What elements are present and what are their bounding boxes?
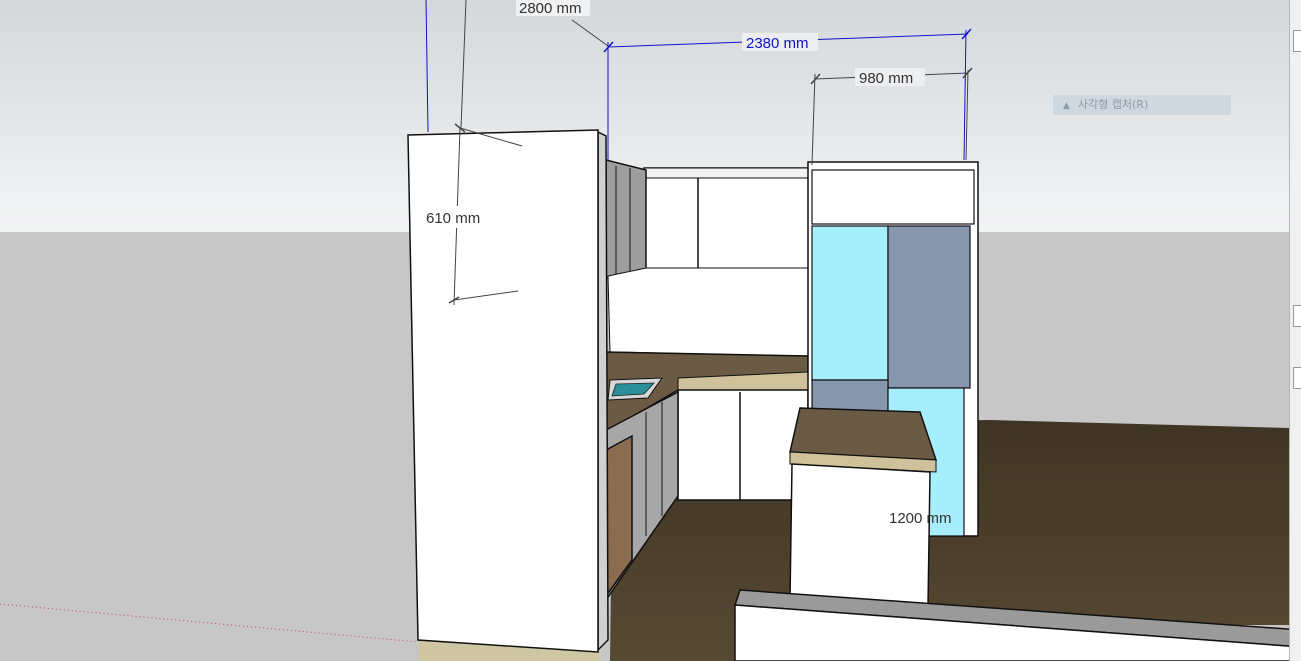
panel-tab-middle[interactable]: [1293, 305, 1301, 327]
tooltip-label: 사각형 캡처(R): [1077, 98, 1149, 111]
fridge-door-top-left[interactable]: [811, 225, 889, 381]
panel-tab-top[interactable]: [1293, 30, 1301, 52]
upper-cabinet-trim: [643, 167, 811, 179]
tall-unit-side: [597, 130, 609, 652]
upper-cabinet-side: [605, 159, 647, 279]
island-top: [789, 407, 938, 461]
triangle-up-icon: ▲: [1063, 101, 1070, 111]
dim-label-610: 610 mm: [426, 210, 480, 227]
dim-label-2800: 2800 mm: [519, 0, 582, 17]
fridge-door-top-right[interactable]: [887, 225, 971, 389]
backsplash: [607, 267, 809, 357]
right-side-panel-edge[interactable]: [1289, 0, 1301, 661]
lower-cabinet-back: [677, 389, 809, 501]
panel-tab-lower[interactable]: [1293, 367, 1301, 389]
rectangle-capture-tooltip[interactable]: ▲ 사각형 캡처(R): [1053, 95, 1231, 115]
dim-label-980: 980 mm: [859, 70, 913, 87]
dimension-1200[interactable]: 1200 mm: [889, 510, 952, 527]
dim-label-1200: 1200 mm: [889, 510, 952, 527]
dim-label-2380: 2380 mm: [746, 35, 809, 52]
island-body: [789, 463, 931, 607]
upper-cabinet-back: [643, 167, 811, 271]
fridge-top-cabinet: [811, 169, 975, 225]
